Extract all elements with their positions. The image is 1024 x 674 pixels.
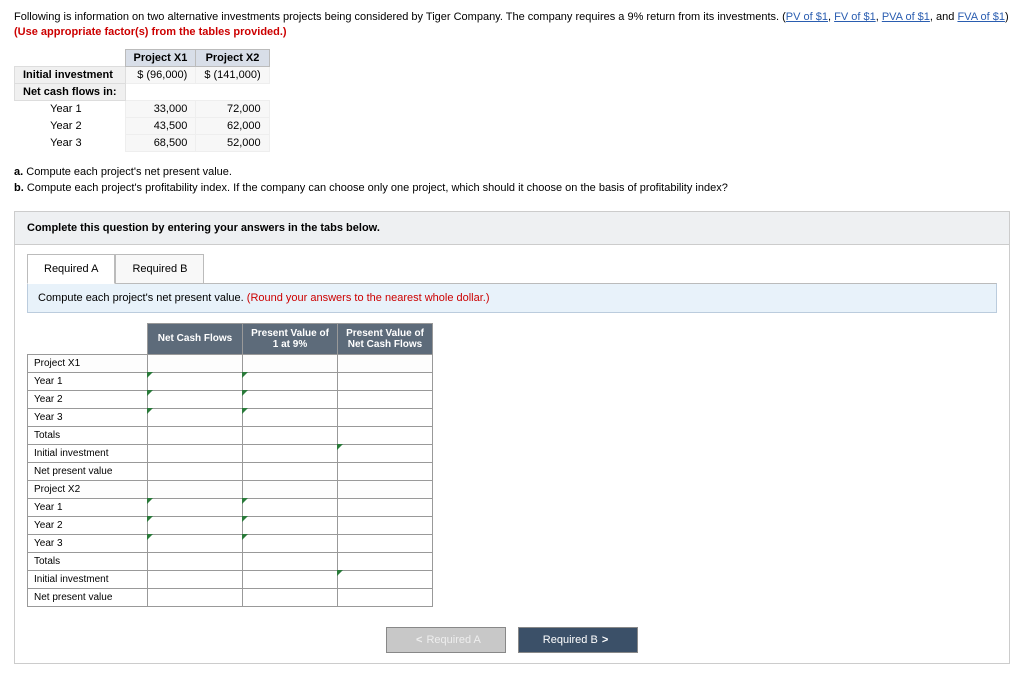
year-label: Year 1: [42, 100, 125, 117]
question-list: a. Compute each project's net present va…: [14, 164, 1010, 197]
prev-button: <Required A: [386, 627, 506, 653]
answer-cell[interactable]: [243, 372, 338, 390]
answer-cell[interactable]: [243, 588, 338, 606]
year2-x2: 62,000: [196, 117, 269, 134]
answer-cell[interactable]: [148, 408, 243, 426]
answer-cell[interactable]: [338, 372, 433, 390]
answer-cell[interactable]: [243, 570, 338, 588]
col-net-cash-flows: Net Cash Flows: [148, 323, 243, 354]
answer-cell[interactable]: [243, 534, 338, 552]
answer-cell[interactable]: [148, 426, 243, 444]
chevron-right-icon: >: [598, 634, 612, 646]
initial-x2: $ (141,000): [196, 66, 269, 83]
answer-cell[interactable]: [338, 390, 433, 408]
section-project-x1: Project X1: [28, 354, 148, 372]
answer-cell[interactable]: [148, 444, 243, 462]
answer-cell[interactable]: [338, 570, 433, 588]
row-year1: Year 1: [28, 498, 148, 516]
year1-x1: 33,000: [125, 100, 196, 117]
nav-buttons: <Required A Required B>: [15, 621, 1009, 663]
answer-cell[interactable]: [338, 408, 433, 426]
row-npv: Net present value: [28, 462, 148, 480]
year-label: Year 3: [42, 134, 125, 151]
link-pv-of-1[interactable]: PV of $1: [786, 11, 828, 23]
answer-cell[interactable]: [148, 462, 243, 480]
col-pv-net-cash: Present Value of Net Cash Flows: [338, 323, 433, 354]
link-fv-of-1[interactable]: FV of $1: [834, 11, 876, 23]
answer-cell[interactable]: [338, 444, 433, 462]
answer-cell[interactable]: [243, 408, 338, 426]
year3-x1: 68,500: [125, 134, 196, 151]
problem-intro: Following is information on two alternat…: [14, 10, 1010, 41]
tab-required-a[interactable]: Required A: [27, 254, 115, 284]
row-totals: Totals: [28, 426, 148, 444]
answer-cell[interactable]: [243, 444, 338, 462]
answer-cell[interactable]: [243, 498, 338, 516]
tab-required-b[interactable]: Required B: [115, 254, 204, 284]
answer-cell[interactable]: [148, 588, 243, 606]
answer-cell[interactable]: [243, 354, 338, 372]
row-year1: Year 1: [28, 372, 148, 390]
row-totals: Totals: [28, 552, 148, 570]
answer-cell[interactable]: [338, 462, 433, 480]
initial-investment-label: Initial investment: [15, 66, 126, 83]
col-header-x2: Project X2: [196, 49, 269, 66]
answer-cell[interactable]: [148, 534, 243, 552]
answer-cell[interactable]: [338, 588, 433, 606]
tab-row: Required A Required B: [15, 245, 1009, 283]
answer-cell[interactable]: [338, 480, 433, 498]
tab-instruction: Compute each project's net present value…: [27, 283, 997, 313]
link-pva-of-1[interactable]: PVA of $1: [882, 11, 930, 23]
initial-x1: $ (96,000): [125, 66, 196, 83]
link-fva-of-1[interactable]: FVA of $1: [957, 11, 1005, 23]
answer-cell[interactable]: [243, 390, 338, 408]
answer-cell[interactable]: [338, 498, 433, 516]
answer-cell[interactable]: [148, 390, 243, 408]
investment-info-table: Project X1 Project X2 Initial investment…: [14, 49, 270, 152]
answer-cell[interactable]: [148, 570, 243, 588]
row-initial-investment: Initial investment: [28, 444, 148, 462]
year-label: Year 2: [42, 117, 125, 134]
row-initial-investment: Initial investment: [28, 570, 148, 588]
col-header-x1: Project X1: [125, 49, 196, 66]
intro-text: Following is information on two alternat…: [14, 11, 786, 23]
answer-cell[interactable]: [243, 426, 338, 444]
row-year3: Year 3: [28, 534, 148, 552]
row-npv: Net present value: [28, 588, 148, 606]
answer-cell[interactable]: [148, 498, 243, 516]
answer-cell[interactable]: [243, 516, 338, 534]
year3-x2: 52,000: [196, 134, 269, 151]
answer-cell[interactable]: [243, 552, 338, 570]
next-button[interactable]: Required B>: [518, 627, 638, 653]
net-cash-flows-label: Net cash flows in:: [15, 83, 126, 100]
answer-cell[interactable]: [148, 354, 243, 372]
year1-x2: 72,000: [196, 100, 269, 117]
row-year2: Year 2: [28, 390, 148, 408]
panel-instruction: Complete this question by entering your …: [15, 212, 1009, 245]
answer-cell[interactable]: [338, 534, 433, 552]
answer-cell[interactable]: [148, 516, 243, 534]
answer-cell[interactable]: [148, 552, 243, 570]
answer-cell[interactable]: [148, 372, 243, 390]
answer-cell[interactable]: [338, 516, 433, 534]
row-year3: Year 3: [28, 408, 148, 426]
answer-table: Net Cash Flows Present Value of 1 at 9% …: [27, 323, 433, 607]
answer-cell[interactable]: [338, 552, 433, 570]
year2-x1: 43,500: [125, 117, 196, 134]
answer-cell[interactable]: [338, 354, 433, 372]
answer-cell[interactable]: [243, 462, 338, 480]
answer-cell[interactable]: [148, 480, 243, 498]
answer-panel: Complete this question by entering your …: [14, 211, 1010, 664]
section-project-x2: Project X2: [28, 480, 148, 498]
row-year2: Year 2: [28, 516, 148, 534]
answer-cell[interactable]: [243, 480, 338, 498]
answer-cell[interactable]: [338, 426, 433, 444]
col-pv-factor: Present Value of 1 at 9%: [243, 323, 338, 354]
chevron-left-icon: <: [412, 634, 426, 646]
use-factors-note: (Use appropriate factor(s) from the tabl…: [14, 26, 287, 38]
